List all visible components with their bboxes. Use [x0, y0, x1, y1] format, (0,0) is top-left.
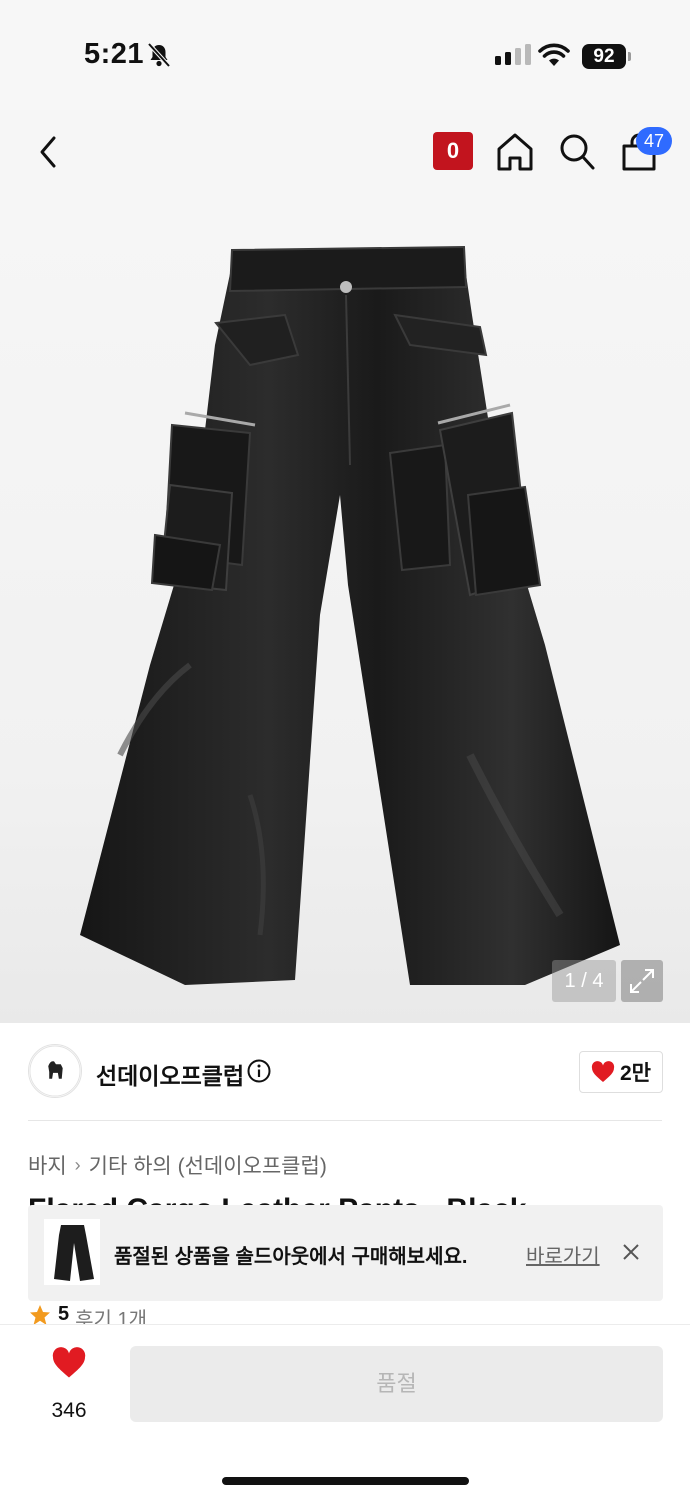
heart-icon — [52, 1347, 86, 1378]
wifi-icon — [538, 43, 570, 66]
status-bar: 5:21 92 — [0, 0, 690, 110]
brand-logo[interactable] — [28, 1044, 82, 1098]
bottom-action-bar: 346 품절 — [0, 1324, 690, 1500]
expand-icon[interactable] — [621, 960, 663, 1002]
soldout-link[interactable]: 바로가기 — [526, 1240, 600, 1269]
zero-badge-button[interactable]: 0 — [433, 132, 473, 170]
brand-like-button[interactable]: 2만 — [579, 1051, 663, 1093]
product-image-gallery[interactable]: 1 / 4 — [0, 195, 690, 1023]
bell-slash-icon — [147, 42, 171, 68]
chevron-right-icon: › — [74, 1154, 81, 1175]
home-indicator[interactable] — [222, 1477, 469, 1485]
status-time: 5:21 — [84, 38, 145, 70]
battery-icon: 92 — [582, 44, 626, 69]
rating-score: 5 — [58, 1303, 70, 1325]
breadcrumb: 바지 › 기타 하의 (선데이오프클럽) — [28, 1150, 327, 1180]
soldout-button[interactable]: 품절 — [130, 1346, 663, 1422]
breadcrumb-level1[interactable]: 바지 — [28, 1150, 67, 1180]
breadcrumb-level2[interactable]: 기타 하의 (선데이오프클럽) — [89, 1150, 327, 1180]
soldout-message: 품절된 상품을 솔드아웃에서 구매해보세요. — [114, 1246, 468, 1268]
signal-icon — [495, 44, 531, 65]
rating-row: 5 후기 1개 — [28, 1303, 147, 1325]
like-button[interactable]: 346 — [38, 1347, 100, 1427]
info-icon[interactable] — [247, 1059, 271, 1083]
like-count: 346 — [51, 1399, 87, 1422]
page-indicator: 1 / 4 — [552, 960, 616, 1002]
review-count[interactable]: 후기 1개 — [75, 1303, 147, 1325]
brand-name[interactable]: 선데이오프클럽 — [96, 1057, 244, 1091]
battery-nub — [628, 52, 631, 61]
product-image — [80, 245, 620, 985]
cart-count-badge: 47 — [636, 127, 672, 155]
soldout-thumbnail — [44, 1219, 100, 1285]
search-icon[interactable] — [558, 132, 596, 172]
heart-icon — [591, 1061, 615, 1082]
divider — [28, 1120, 662, 1121]
top-nav: 0 — [0, 110, 690, 195]
chevron-left-icon[interactable] — [30, 130, 70, 174]
close-icon[interactable] — [620, 1241, 642, 1263]
home-icon[interactable] — [496, 132, 534, 172]
star-icon — [30, 1305, 50, 1325]
brand-like-count: 2만 — [620, 1062, 651, 1085]
soldout-banner[interactable]: 품절된 상품을 솔드아웃에서 구매해보세요. 바로가기 — [28, 1205, 663, 1301]
